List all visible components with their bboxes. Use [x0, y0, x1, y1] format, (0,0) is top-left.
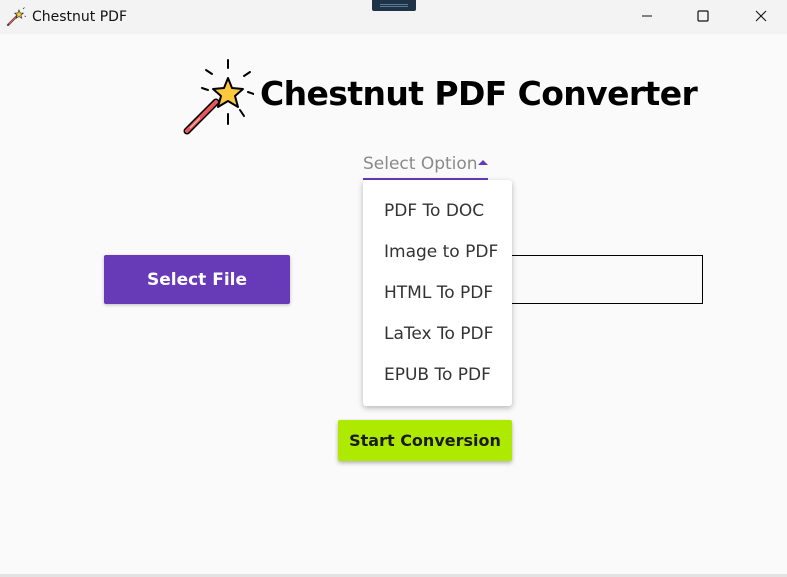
- minimize-button[interactable]: [624, 0, 670, 32]
- caret-up-icon: [478, 160, 488, 165]
- menu-item-html-to-pdf[interactable]: HTML To PDF: [384, 283, 493, 303]
- maximize-button[interactable]: [680, 0, 726, 32]
- snap-layout-handle[interactable]: [372, 0, 416, 11]
- conversion-options-menu: PDF To DOC Image to PDF HTML To PDF LaTe…: [363, 180, 512, 406]
- minimize-icon: [642, 15, 652, 17]
- conversion-type-select[interactable]: Select Option: [363, 150, 488, 180]
- select-placeholder: Select Option: [363, 154, 478, 174]
- start-conversion-button[interactable]: Start Conversion: [338, 420, 512, 461]
- close-icon: [755, 10, 767, 22]
- menu-item-image-to-pdf[interactable]: Image to PDF: [384, 242, 498, 262]
- maximize-icon: [697, 10, 709, 22]
- menu-item-latex-to-pdf[interactable]: LaTex To PDF: [384, 324, 493, 344]
- select-file-button[interactable]: Select File: [104, 255, 290, 304]
- magic-wand-icon: [183, 59, 254, 135]
- close-button[interactable]: [738, 0, 784, 32]
- menu-item-epub-to-pdf[interactable]: EPUB To PDF: [384, 365, 491, 385]
- window-titlebar: Chestnut PDF: [0, 0, 787, 34]
- page-title: Chestnut PDF Converter: [260, 74, 698, 113]
- magic-wand-icon: [6, 7, 26, 27]
- window-title: Chestnut PDF: [32, 9, 128, 25]
- menu-item-pdf-to-doc[interactable]: PDF To DOC: [384, 201, 484, 221]
